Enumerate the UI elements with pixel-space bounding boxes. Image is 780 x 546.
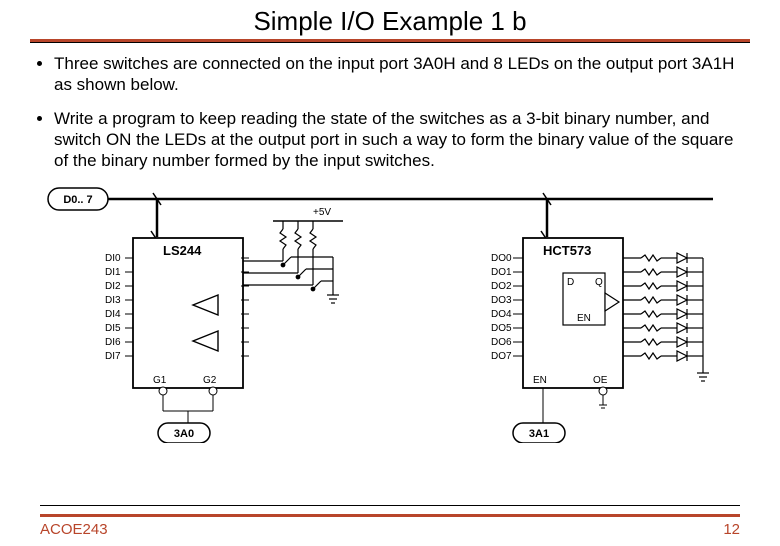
svg-text:DO7: DO7 (491, 351, 512, 362)
oe-pin: OE (593, 375, 608, 386)
svg-text:DI5: DI5 (105, 323, 121, 334)
svg-text:DO1: DO1 (491, 267, 512, 278)
content-area: Three switches are connected on the inpu… (0, 53, 780, 171)
bus-label: D0.. 7 (63, 194, 92, 206)
page-title: Simple I/O Example 1 b (0, 6, 780, 37)
bullet-1: Three switches are connected on the inpu… (54, 53, 744, 96)
svg-text:DO5: DO5 (491, 323, 512, 334)
svg-text:DI6: DI6 (105, 337, 121, 348)
svg-text:DI1: DI1 (105, 267, 121, 278)
footer-right: 12 (723, 521, 740, 538)
g1-label: G1 (153, 375, 167, 386)
output-port-label: 3A1 (529, 428, 549, 440)
title-rule-thin (30, 42, 750, 43)
footer-left: ACOE243 (40, 521, 108, 538)
svg-text:DI4: DI4 (105, 309, 121, 320)
svg-text:DI0: DI0 (105, 253, 121, 264)
svg-text:DO2: DO2 (491, 281, 512, 292)
svg-text:DI2: DI2 (105, 281, 121, 292)
voltage-label: +5V (313, 207, 331, 218)
svg-text:DO4: DO4 (491, 309, 512, 320)
g2-label: G2 (203, 375, 217, 386)
svg-text:DO0: DO0 (491, 253, 512, 264)
q-pin: Q (595, 277, 603, 288)
circuit-diagram: D0.. 7 +5V LS244 DI0 D (36, 183, 750, 443)
d-pin: D (567, 277, 574, 288)
di-pins: DI0 DI1 DI2 DI3 DI4 DI5 DI6 DI7 (105, 253, 133, 362)
bullet-2: Write a program to keep reading the stat… (54, 108, 744, 172)
do-pins: DO0 DO1 DO2 DO3 DO4 DO5 DO6 DO7 (491, 253, 523, 362)
svg-text:DI7: DI7 (105, 351, 121, 362)
led-array (623, 253, 709, 381)
en-pin: EN (533, 375, 547, 386)
svg-text:DO3: DO3 (491, 295, 512, 306)
en-pin-inner: EN (577, 313, 591, 324)
footer: ACOE243 12 (0, 497, 780, 538)
input-port-label: 3A0 (174, 428, 194, 440)
input-chip-label: LS244 (163, 243, 202, 258)
svg-text:DO6: DO6 (491, 337, 512, 348)
output-chip-label: HCT573 (543, 243, 591, 258)
svg-text:DI3: DI3 (105, 295, 121, 306)
